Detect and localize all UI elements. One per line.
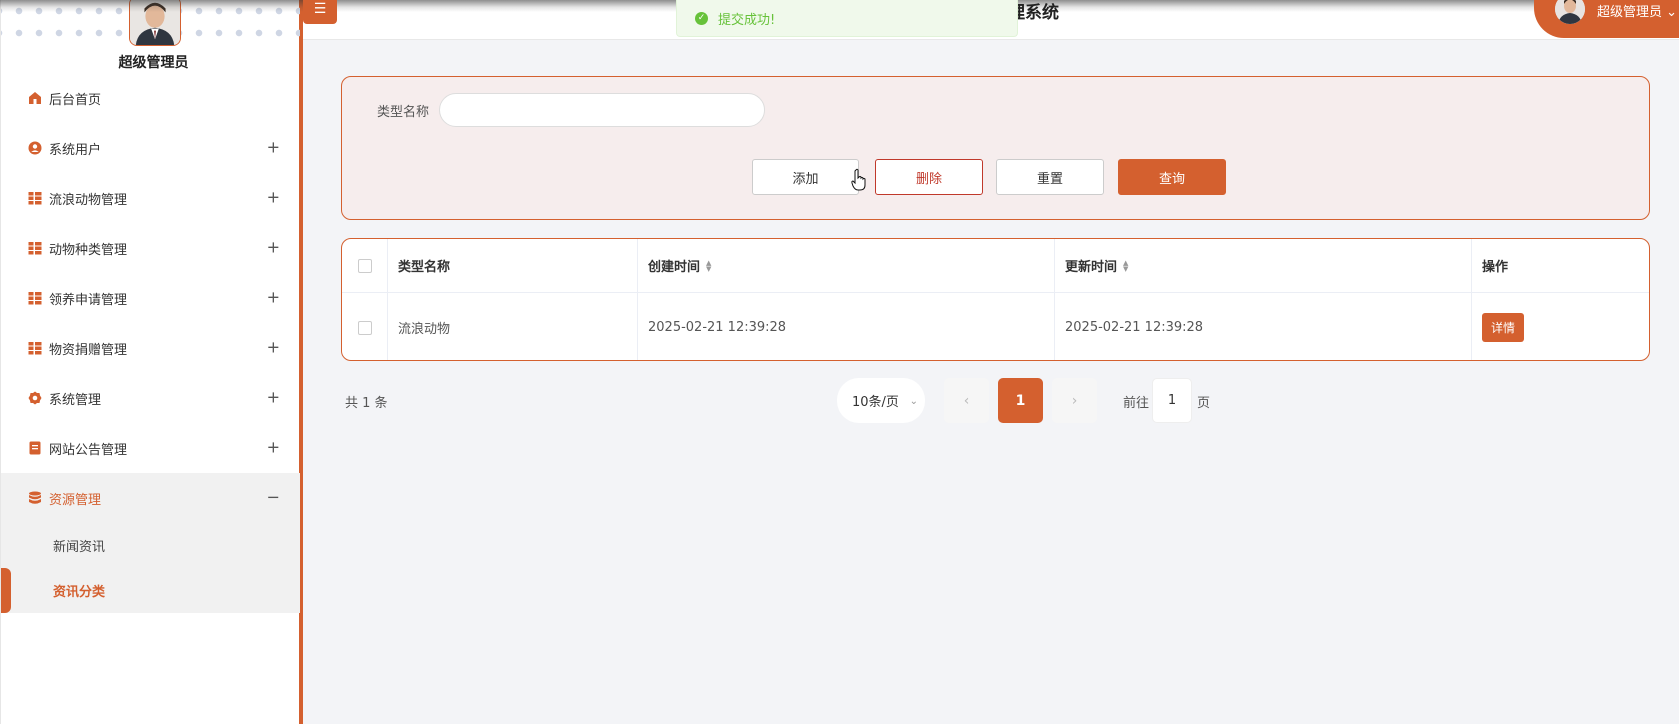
page-number-current[interactable]: 1	[998, 378, 1043, 423]
sidebar-item-label: 流浪动物管理	[49, 192, 128, 208]
type-name-input[interactable]	[439, 93, 765, 127]
expand-icon[interactable]: +	[267, 338, 280, 357]
sidebar-subitem-label: 新闻资讯	[53, 540, 106, 555]
delete-button[interactable]: 删除	[875, 159, 983, 195]
success-toast: ✓ 提交成功!	[676, 0, 1018, 37]
expand-icon[interactable]: +	[267, 388, 280, 407]
menu-toggle-icon[interactable]: ☰	[303, 0, 337, 24]
sidebar-item-adoption[interactable]: 领养申请管理 +	[1, 273, 300, 323]
sidebar-item-label: 动物种类管理	[49, 242, 128, 258]
sort-icon[interactable]: ▲ ▼	[1123, 259, 1128, 272]
expand-icon[interactable]: +	[267, 138, 280, 157]
data-table: 类型名称 创建时间 ▲ ▼ 更新时间 ▲ ▼ 操作 流浪动物 2025-02-21 12…	[341, 238, 1650, 361]
page-size-select[interactable]: 10条/页 ⌄	[837, 378, 925, 423]
sidebar-item-home[interactable]: 后台首页	[1, 73, 300, 123]
sidebar-item-label: 后台首页	[49, 92, 102, 108]
column-header-actions: 操作	[1482, 260, 1509, 275]
total-count: 共 1 条	[345, 396, 388, 411]
grid-icon	[28, 191, 42, 205]
sidebar-item-donations[interactable]: 物资捐赠管理 +	[1, 323, 300, 373]
sort-icon[interactable]: ▲ ▼	[706, 259, 711, 272]
search-panel: 类型名称 添加 删除 重置 查询	[341, 76, 1650, 220]
cell-updated: 2025-02-21 12:39:28	[1055, 293, 1472, 360]
goto-label: 前往	[1123, 396, 1150, 411]
column-header-created[interactable]: 创建时间 ▲ ▼	[638, 239, 1055, 292]
column-header-type-name: 类型名称	[388, 239, 638, 292]
sidebar-item-animal-types[interactable]: 动物种类管理 +	[1, 223, 300, 273]
expand-icon[interactable]: +	[267, 188, 280, 207]
hand-cursor-icon	[851, 168, 866, 191]
sidebar-subitem-news-category[interactable]: 资讯分类	[1, 568, 300, 613]
goto-suffix: 页	[1197, 396, 1211, 411]
check-circle-icon: ✓	[695, 11, 708, 25]
sidebar-subitem-news[interactable]: 新闻资讯	[1, 523, 300, 568]
user-name[interactable]: 超级管理员 ⌄	[1597, 1, 1677, 20]
document-icon	[28, 441, 42, 455]
sidebar-item-stray-animals[interactable]: 流浪动物管理 +	[1, 173, 300, 223]
sidebar-item-label: 系统管理	[49, 392, 102, 408]
expand-icon[interactable]: +	[267, 438, 280, 457]
query-button[interactable]: 查询	[1118, 159, 1226, 195]
sidebar-item-label: 物资捐赠管理	[49, 342, 128, 358]
table-row: 流浪动物 2025-02-21 12:39:28 2025-02-21 12:3…	[342, 293, 1649, 360]
select-all-checkbox[interactable]	[357, 258, 372, 273]
toast-message: 提交成功!	[718, 12, 776, 28]
user-icon	[28, 141, 42, 155]
add-button[interactable]: 添加	[752, 159, 859, 195]
row-select-cell	[342, 293, 388, 360]
collapse-icon[interactable]: −	[267, 488, 280, 507]
select-all-cell	[342, 239, 388, 292]
chevron-down-icon: ⌄	[1666, 5, 1678, 20]
row-checkbox[interactable]	[357, 320, 372, 335]
expand-icon[interactable]: +	[267, 288, 280, 307]
sidebar-item-label: 领养申请管理	[49, 292, 128, 308]
sidebar-item-resources[interactable]: 资源管理 −	[1, 473, 300, 523]
sidebar-item-system-users[interactable]: 系统用户 +	[1, 123, 300, 173]
sidebar-submenu-resources: 新闻资讯 资讯分类	[1, 523, 300, 613]
goto-page-input[interactable]: 1	[1152, 378, 1192, 423]
table-header-row: 类型名称 创建时间 ▲ ▼ 更新时间 ▲ ▼ 操作	[342, 239, 1649, 293]
prev-page-button[interactable]: ‹	[944, 378, 989, 423]
chevron-left-icon: ‹	[963, 392, 970, 409]
database-icon	[28, 491, 42, 505]
sidebar-item-announcements[interactable]: 网站公告管理 +	[1, 423, 300, 473]
sidebar-item-label: 网站公告管理	[49, 442, 128, 458]
sidebar: 超级管理员 后台首页 系统用户 + 流浪动物管理 + 动物种类管理 + 领养申请…	[0, 0, 303, 724]
grid-icon	[28, 291, 42, 305]
gear-icon	[28, 391, 42, 405]
column-header-updated[interactable]: 更新时间 ▲ ▼	[1055, 239, 1472, 292]
detail-button[interactable]: 详情	[1482, 313, 1525, 342]
home-icon	[28, 91, 42, 105]
grid-icon	[28, 241, 42, 255]
sidebar-menu: 后台首页 系统用户 + 流浪动物管理 + 动物种类管理 + 领养申请管理 + 物…	[1, 73, 300, 613]
type-name-label: 类型名称	[377, 105, 430, 120]
sidebar-item-system-settings[interactable]: 系统管理 +	[1, 373, 300, 423]
expand-icon[interactable]: +	[267, 238, 280, 257]
cell-type-name: 流浪动物	[388, 293, 638, 360]
cell-created: 2025-02-21 12:39:28	[638, 293, 1055, 360]
chevron-down-icon: ⌄	[909, 396, 918, 407]
cell-actions: 详情	[1472, 293, 1649, 360]
reset-button[interactable]: 重置	[996, 159, 1104, 195]
grid-icon	[28, 341, 42, 355]
chevron-right-icon: ›	[1071, 392, 1078, 409]
sidebar-item-label: 资源管理	[49, 492, 102, 508]
next-page-button[interactable]: ›	[1052, 378, 1097, 423]
page-size-value: 10条/页	[852, 395, 899, 410]
sidebar-item-label: 系统用户	[49, 142, 102, 158]
sidebar-subitem-label: 资讯分类	[53, 585, 106, 600]
admin-name: 超级管理员	[118, 55, 189, 71]
